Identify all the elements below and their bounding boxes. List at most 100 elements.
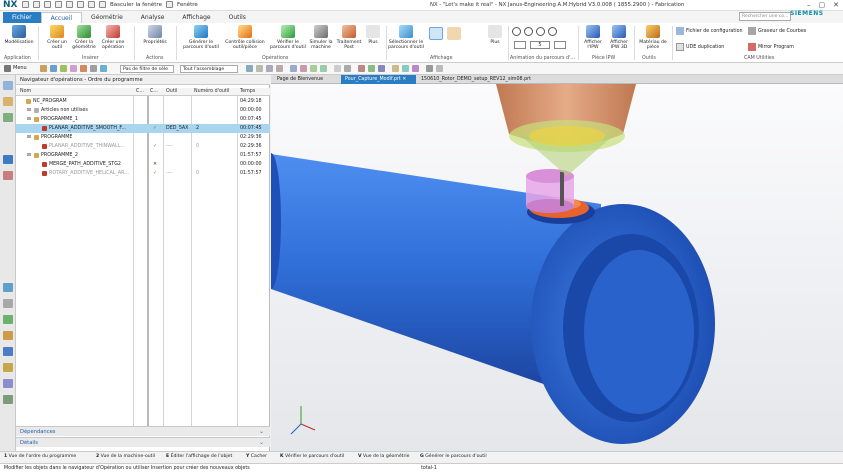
part-navigator-icon[interactable] [3,113,13,122]
tab-welcome-page[interactable]: Page de Bienvenue [273,75,327,84]
tab-tools[interactable]: Outils [220,12,255,23]
copy-icon[interactable] [66,1,73,8]
switch-window-icon[interactable] [99,1,106,8]
machine-navigator-icon[interactable] [3,171,13,180]
repeat-icon[interactable] [88,1,95,8]
tab-display[interactable]: Affichage [173,12,219,23]
mirror-program-button[interactable]: Mirror Program [748,43,794,51]
graphics-viewport[interactable] [271,84,843,460]
expand-icon[interactable]: ⊟ [27,151,31,160]
process-studio-icon[interactable] [3,347,13,356]
close-icon[interactable]: ✕ [833,1,839,9]
close-icon[interactable]: ✕ [402,77,406,82]
show-ipw-button[interactable]: Afficher l'IPW [580,25,606,50]
reuse-library-icon[interactable] [3,363,13,372]
create-geometry-button[interactable]: Créer la géométrie [70,25,98,50]
program-order-view-button[interactable]: 1 Vue de l'ordre du programme [4,454,76,459]
select-icon[interactable] [40,65,47,72]
snap-icon[interactable] [368,65,375,72]
operation-navigator-icon[interactable] [3,155,13,164]
details-panel[interactable]: Détails ⌄ [16,437,270,447]
fast-forward-icon[interactable] [554,41,566,49]
snap-icon[interactable] [358,65,365,72]
chevron-down-icon[interactable]: ⌄ [259,427,264,437]
cut-icon[interactable] [55,1,62,8]
step-back-icon[interactable] [512,27,521,36]
create-tool-button[interactable]: Créer un outil [44,25,70,50]
column-tool[interactable]: Outil [166,89,177,94]
simulate-machine-button[interactable]: Simuler la machine [306,25,336,50]
select-toolpath-button[interactable]: Sélectionner le parcours d'outil [388,25,424,50]
curve-engraver-button[interactable]: Graveur de Courbes [748,27,806,35]
ude-duplication-button[interactable]: UDE duplication [676,43,724,51]
snap-icon[interactable] [310,65,317,72]
snap-icon[interactable] [344,65,351,72]
dependencies-panel[interactable]: Dépendances ⌄ [16,426,270,436]
operation-row[interactable]: ⊟ Articles non utilisés 00:00:00 [16,106,270,115]
history-icon[interactable] [3,283,13,292]
part-material-button[interactable]: Matériau de pièce [638,25,668,50]
generate-toolpath-bottom-button[interactable]: G Générer le parcours d'outil [420,454,487,459]
operation-row[interactable]: ROTARY_ADDITIVE_HELICAL_AR... ✓ ---- 0 01:57… [16,169,270,178]
snap-icon[interactable] [334,65,341,72]
snap-icon[interactable] [412,65,419,72]
snap-icon[interactable] [290,65,297,72]
expand-icon[interactable]: ⊟ [27,133,31,142]
tab-active-part[interactable]: Pour_Capture_Modif.prt ✕ [341,75,417,84]
tab-file[interactable]: Fichier [3,12,41,23]
redo-icon[interactable] [44,1,51,8]
column-name[interactable]: Nom [20,89,31,94]
navigator-icon[interactable] [3,81,13,90]
hd3d-tools-icon[interactable] [3,395,13,404]
snap-icon[interactable] [436,65,443,72]
tab-rotor-demo[interactable]: 150610_Rotor_DEMO_setup_REV12_sim08.prt [417,75,535,84]
menu-button[interactable]: Menu [13,65,27,71]
window-menu-label[interactable]: Fenêtre [177,2,198,8]
paste-icon[interactable] [77,1,84,8]
web-browser-icon[interactable] [3,315,13,324]
snap-icon[interactable] [392,65,399,72]
tool-icon[interactable] [80,65,87,72]
snap-mid-icon[interactable] [266,65,273,72]
properties-button[interactable]: Propriétés [140,25,170,45]
assembly-navigator-icon[interactable] [3,97,13,106]
snap-end-icon[interactable] [256,65,263,72]
roles-icon[interactable] [3,299,13,308]
collision-check-button[interactable]: Contrôle collision outil/pièce [222,25,268,50]
menu-icon[interactable] [4,65,11,72]
animation-speed-input[interactable]: 5 [530,41,550,49]
display-toggle-button[interactable] [428,27,444,42]
undo-icon[interactable] [33,1,40,8]
view-icon[interactable] [70,65,77,72]
operation-row[interactable]: ⊟ PROGRAMME_2 01:57:57 [16,151,270,160]
snap-icon[interactable] [426,65,433,72]
filter-icon[interactable] [50,65,57,72]
switch-window-label[interactable]: Basculer la fenêtre [110,2,162,8]
command-search-input[interactable]: Rechercher une co... [739,12,791,21]
column-tool-number[interactable]: Numéro d'outil [194,89,229,94]
column-time[interactable]: Temps [240,89,255,94]
operation-row[interactable]: MERGE_PATH_ADDITIVE_STG2 ✕ 00:00:00 [16,160,270,169]
column-c1[interactable]: C... [136,89,144,94]
chevron-down-icon[interactable]: ⌄ [259,438,264,448]
play-icon[interactable] [524,27,533,36]
expand-icon[interactable]: ⊟ [27,115,31,124]
save-icon[interactable] [22,1,29,8]
geometry-view-button[interactable]: V Vue de la géométrie [358,454,409,459]
maximize-icon[interactable]: ▢ [819,1,826,9]
selection-filter-select[interactable]: Pas de filtre de séle [120,65,174,73]
geometry-icon[interactable] [100,65,107,72]
palette-icon[interactable] [3,331,13,340]
operations-more-button[interactable]: Plus [364,25,382,45]
snap-point-icon[interactable] [246,65,253,72]
operation-row[interactable]: PLANAR_ADDITIVE_THINWALL... ✓ ---- 0 02:29:3… [16,142,270,151]
assembly-scope-select[interactable]: Tout l'assemblage [180,65,238,73]
machine-tool-view-button[interactable]: 2 Vue de la machine-outil [96,454,155,459]
snap-icon[interactable] [300,65,307,72]
generate-toolpath-button[interactable]: Générer le parcours d'outil [180,25,222,50]
operation-row[interactable]: ⊟ PROGRAMME 02:29:36 [16,133,270,142]
config-file-button[interactable]: Fichier de configuration [676,27,743,35]
tab-analysis[interactable]: Analyse [132,12,174,23]
settings-icon[interactable] [90,65,97,72]
postprocess-button[interactable]: Traitement Post [336,25,362,50]
